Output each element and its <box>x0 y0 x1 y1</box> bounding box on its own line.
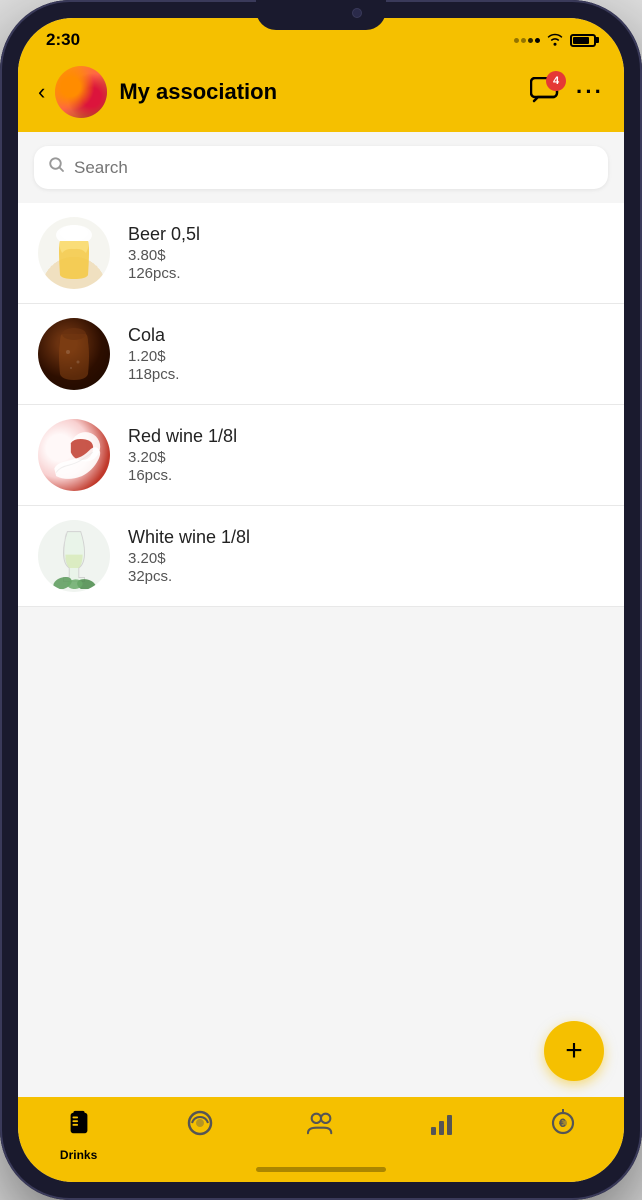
header: ‹ My association 4 ··· <box>18 58 624 132</box>
content: Beer 0,5l 3.80$ 126pcs. <box>18 132 624 1097</box>
product-qty: 16pcs. <box>128 467 604 484</box>
white-wine-icon <box>47 524 102 589</box>
beer-glass-icon <box>54 223 94 283</box>
nav-item-settings[interactable]: € <box>503 1109 624 1144</box>
product-price: 3.80$ <box>128 247 604 264</box>
members-icon <box>307 1109 335 1144</box>
list-item[interactable]: Red wine 1/8l 3.20$ 16pcs. <box>18 405 624 506</box>
product-name: Cola <box>128 325 604 346</box>
battery-icon <box>570 34 596 47</box>
nav-item-members[interactable] <box>260 1109 381 1144</box>
search-input[interactable] <box>74 158 594 178</box>
nav-item-stats[interactable] <box>382 1109 503 1144</box>
plus-icon: + <box>565 1036 583 1066</box>
product-price: 3.20$ <box>128 550 604 567</box>
search-bar[interactable] <box>34 146 608 189</box>
product-name: White wine 1/8l <box>128 527 604 548</box>
camera <box>352 8 362 18</box>
product-image-beer <box>38 217 110 289</box>
status-icons <box>514 32 596 49</box>
stats-icon <box>428 1109 456 1144</box>
food-icon <box>186 1109 214 1144</box>
red-wine-icon <box>47 428 102 483</box>
list-item[interactable]: Cola 1.20$ 118pcs. <box>18 304 624 405</box>
product-image-cola <box>38 318 110 390</box>
fab-container: + <box>18 1005 624 1097</box>
product-qty: 118pcs. <box>128 366 604 383</box>
nav-item-drinks[interactable]: Drinks <box>18 1109 139 1162</box>
notification-badge: 4 <box>546 71 566 91</box>
notch <box>256 0 386 30</box>
empty-space <box>18 607 624 1005</box>
product-qty: 126pcs. <box>128 265 604 282</box>
header-actions: 4 ··· <box>530 77 604 108</box>
search-icon <box>48 156 66 179</box>
product-info-cola: Cola 1.20$ 118pcs. <box>128 325 604 383</box>
product-name: Red wine 1/8l <box>128 426 604 447</box>
cola-glass-icon <box>52 324 96 384</box>
product-image-red-wine <box>38 419 110 491</box>
add-item-button[interactable]: + <box>544 1021 604 1081</box>
screen: 2:30 <box>18 18 624 1182</box>
phone-frame: 2:30 <box>0 0 642 1200</box>
product-price: 3.20$ <box>128 449 604 466</box>
more-button[interactable]: ··· <box>576 79 604 105</box>
list-item[interactable]: Beer 0,5l 3.80$ 126pcs. <box>18 203 624 304</box>
product-info-beer: Beer 0,5l 3.80$ 126pcs. <box>128 224 604 282</box>
drinks-icon <box>65 1109 93 1144</box>
search-container <box>18 132 624 203</box>
wifi-icon <box>546 32 564 49</box>
svg-text:€: € <box>559 1116 566 1130</box>
product-list: Beer 0,5l 3.80$ 126pcs. <box>18 203 624 607</box>
chat-button[interactable]: 4 <box>530 77 560 108</box>
avatar[interactable] <box>55 66 107 118</box>
product-qty: 32pcs. <box>128 568 604 585</box>
back-button[interactable]: ‹ <box>38 81 45 103</box>
status-time: 2:30 <box>46 30 80 50</box>
product-name: Beer 0,5l <box>128 224 604 245</box>
product-price: 1.20$ <box>128 348 604 365</box>
settings-icon: € <box>549 1109 577 1144</box>
nav-item-food[interactable] <box>139 1109 260 1144</box>
page-title: My association <box>119 79 530 105</box>
list-item[interactable]: White wine 1/8l 3.20$ 32pcs. <box>18 506 624 607</box>
nav-label-drinks: Drinks <box>60 1148 97 1162</box>
product-info-red-wine: Red wine 1/8l 3.20$ 16pcs. <box>128 426 604 484</box>
product-info-white-wine: White wine 1/8l 3.20$ 32pcs. <box>128 527 604 585</box>
home-indicator <box>256 1167 386 1172</box>
signal-icon <box>514 38 540 43</box>
product-image-white-wine <box>38 520 110 592</box>
